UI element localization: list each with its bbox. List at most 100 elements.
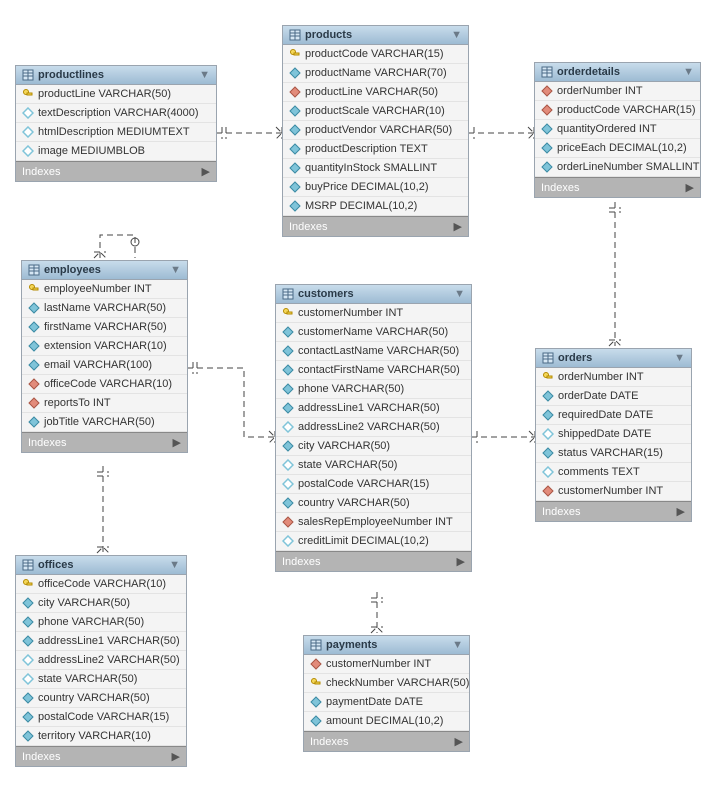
- collapse-icon[interactable]: ▼: [683, 66, 694, 78]
- column-row[interactable]: email VARCHAR(100): [22, 356, 187, 375]
- column-row[interactable]: shippedDate DATE: [536, 425, 691, 444]
- column-row[interactable]: paymentDate DATE: [304, 693, 469, 712]
- column-row[interactable]: addressLine2 VARCHAR(50): [276, 418, 471, 437]
- expand-icon[interactable]: ▶: [686, 181, 694, 194]
- column-row[interactable]: addressLine1 VARCHAR(50): [16, 632, 186, 651]
- column-row[interactable]: officeCode VARCHAR(10): [16, 575, 186, 594]
- column-row[interactable]: amount DECIMAL(10,2): [304, 712, 469, 731]
- entity-customers[interactable]: customers▼customerNumber INTcustomerName…: [275, 284, 472, 572]
- entity-offices[interactable]: offices▼officeCode VARCHAR(10)city VARCH…: [15, 555, 187, 767]
- column-row[interactable]: productDescription TEXT: [283, 140, 468, 159]
- diamond-hollow-icon: [22, 673, 34, 685]
- column-row[interactable]: requiredDate DATE: [536, 406, 691, 425]
- column-row[interactable]: orderDate DATE: [536, 387, 691, 406]
- column-row[interactable]: city VARCHAR(50): [276, 437, 471, 456]
- expand-icon[interactable]: ▶: [172, 750, 180, 763]
- entity-productlines[interactable]: productlines▼productLine VARCHAR(50)text…: [15, 65, 217, 182]
- entity-header[interactable]: customers▼: [276, 285, 471, 304]
- entity-header[interactable]: orderdetails▼: [535, 63, 700, 82]
- column-row[interactable]: postalCode VARCHAR(15): [276, 475, 471, 494]
- column-row[interactable]: contactLastName VARCHAR(50): [276, 342, 471, 361]
- entity-orders[interactable]: orders▼orderNumber INTorderDate DATErequ…: [535, 348, 692, 522]
- collapse-icon[interactable]: ▼: [452, 639, 463, 651]
- indexes-section[interactable]: Indexes▶: [22, 432, 187, 452]
- entity-header[interactable]: productlines▼: [16, 66, 216, 85]
- expand-icon[interactable]: ▶: [173, 436, 181, 449]
- collapse-icon[interactable]: ▼: [451, 29, 462, 41]
- indexes-section[interactable]: Indexes▶: [535, 177, 700, 197]
- entity-header[interactable]: payments▼: [304, 636, 469, 655]
- column-row[interactable]: customerNumber INT: [304, 655, 469, 674]
- column-row[interactable]: lastName VARCHAR(50): [22, 299, 187, 318]
- column-row[interactable]: city VARCHAR(50): [16, 594, 186, 613]
- column-row[interactable]: addressLine2 VARCHAR(50): [16, 651, 186, 670]
- indexes-section[interactable]: Indexes▶: [16, 161, 216, 181]
- column-row[interactable]: productScale VARCHAR(10): [283, 102, 468, 121]
- column-row[interactable]: territory VARCHAR(10): [16, 727, 186, 746]
- column-row[interactable]: reportsTo INT: [22, 394, 187, 413]
- column-row[interactable]: image MEDIUMBLOB: [16, 142, 216, 161]
- entity-employees[interactable]: employees▼employeeNumber INTlastName VAR…: [21, 260, 188, 453]
- column-row[interactable]: extension VARCHAR(10): [22, 337, 187, 356]
- expand-icon[interactable]: ▶: [454, 220, 462, 233]
- column-row[interactable]: customerNumber INT: [536, 482, 691, 501]
- entity-products[interactable]: products▼productCode VARCHAR(15)productN…: [282, 25, 469, 237]
- column-row[interactable]: country VARCHAR(50): [276, 494, 471, 513]
- column-row[interactable]: productCode VARCHAR(15): [535, 101, 700, 120]
- column-row[interactable]: orderNumber INT: [536, 368, 691, 387]
- column-row[interactable]: phone VARCHAR(50): [16, 613, 186, 632]
- indexes-section[interactable]: Indexes▶: [304, 731, 469, 751]
- collapse-icon[interactable]: ▼: [674, 352, 685, 364]
- column-row[interactable]: addressLine1 VARCHAR(50): [276, 399, 471, 418]
- indexes-section[interactable]: Indexes▶: [536, 501, 691, 521]
- column-row[interactable]: customerName VARCHAR(50): [276, 323, 471, 342]
- column-row[interactable]: productLine VARCHAR(50): [16, 85, 216, 104]
- entity-header[interactable]: offices▼: [16, 556, 186, 575]
- column-row[interactable]: orderLineNumber SMALLINT: [535, 158, 700, 177]
- indexes-section[interactable]: Indexes▶: [283, 216, 468, 236]
- column-row[interactable]: htmlDescription MEDIUMTEXT: [16, 123, 216, 142]
- column-row[interactable]: state VARCHAR(50): [276, 456, 471, 475]
- column-row[interactable]: firstName VARCHAR(50): [22, 318, 187, 337]
- entity-orderdetails[interactable]: orderdetails▼orderNumber INTproductCode …: [534, 62, 701, 198]
- column-row[interactable]: orderNumber INT: [535, 82, 700, 101]
- column-row[interactable]: creditLimit DECIMAL(10,2): [276, 532, 471, 551]
- column-row[interactable]: productName VARCHAR(70): [283, 64, 468, 83]
- column-row[interactable]: phone VARCHAR(50): [276, 380, 471, 399]
- expand-icon[interactable]: ▶: [202, 165, 210, 178]
- column-row[interactable]: comments TEXT: [536, 463, 691, 482]
- column-row[interactable]: MSRP DECIMAL(10,2): [283, 197, 468, 216]
- expand-icon[interactable]: ▶: [455, 735, 463, 748]
- column-row[interactable]: buyPrice DECIMAL(10,2): [283, 178, 468, 197]
- column-row[interactable]: salesRepEmployeeNumber INT: [276, 513, 471, 532]
- column-row[interactable]: state VARCHAR(50): [16, 670, 186, 689]
- column-row[interactable]: productCode VARCHAR(15): [283, 45, 468, 64]
- column-row[interactable]: jobTitle VARCHAR(50): [22, 413, 187, 432]
- entity-payments[interactable]: payments▼customerNumber INTcheckNumber V…: [303, 635, 470, 752]
- column-row[interactable]: productLine VARCHAR(50): [283, 83, 468, 102]
- entity-header[interactable]: orders▼: [536, 349, 691, 368]
- column-row[interactable]: productVendor VARCHAR(50): [283, 121, 468, 140]
- entity-header[interactable]: products▼: [283, 26, 468, 45]
- column-row[interactable]: postalCode VARCHAR(15): [16, 708, 186, 727]
- indexes-section[interactable]: Indexes▶: [276, 551, 471, 571]
- column-row[interactable]: priceEach DECIMAL(10,2): [535, 139, 700, 158]
- column-row[interactable]: checkNumber VARCHAR(50): [304, 674, 469, 693]
- column-row[interactable]: contactFirstName VARCHAR(50): [276, 361, 471, 380]
- column-row[interactable]: status VARCHAR(15): [536, 444, 691, 463]
- collapse-icon[interactable]: ▼: [454, 288, 465, 300]
- column-row[interactable]: employeeNumber INT: [22, 280, 187, 299]
- collapse-icon[interactable]: ▼: [199, 69, 210, 81]
- collapse-icon[interactable]: ▼: [169, 559, 180, 571]
- column-row[interactable]: textDescription VARCHAR(4000): [16, 104, 216, 123]
- collapse-icon[interactable]: ▼: [170, 264, 181, 276]
- column-row[interactable]: officeCode VARCHAR(10): [22, 375, 187, 394]
- column-row[interactable]: customerNumber INT: [276, 304, 471, 323]
- expand-icon[interactable]: ▶: [457, 555, 465, 568]
- column-row[interactable]: quantityOrdered INT: [535, 120, 700, 139]
- column-row[interactable]: quantityInStock SMALLINT: [283, 159, 468, 178]
- entity-header[interactable]: employees▼: [22, 261, 187, 280]
- expand-icon[interactable]: ▶: [677, 505, 685, 518]
- column-row[interactable]: country VARCHAR(50): [16, 689, 186, 708]
- indexes-section[interactable]: Indexes▶: [16, 746, 186, 766]
